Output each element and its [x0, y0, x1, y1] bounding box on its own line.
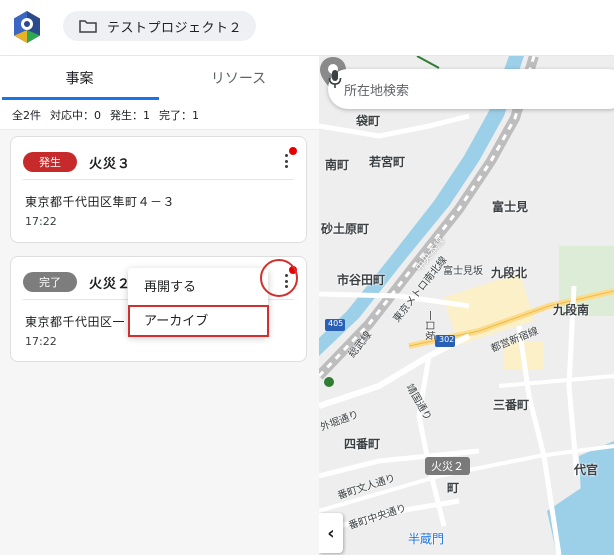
search-placeholder: 所在地検索: [344, 83, 410, 99]
incident-title: 火災３: [89, 156, 132, 172]
map-label-kudanminami: 九段南: [553, 303, 590, 317]
unread-indicator: [289, 147, 297, 155]
incident-address: 東京都千代田区隼町４－３: [25, 195, 176, 209]
incident-pin-label: 火災２: [425, 457, 470, 475]
summary-occurred: 発生：1: [110, 108, 150, 122]
more-options-icon[interactable]: [282, 151, 290, 171]
app-logo-icon[interactable]: [12, 10, 42, 44]
route-number-405: 405: [328, 319, 344, 328]
card-divider: [23, 179, 294, 180]
collapse-panel-button[interactable]: ‹: [319, 513, 343, 553]
panel-tabs: 事案 リソース: [0, 56, 319, 100]
status-badge: 完了: [23, 272, 77, 292]
active-tab-indicator: [2, 97, 159, 100]
map-label-minamimachi: 南町: [325, 158, 350, 172]
map-label-sunadohara: 砂土原町: [321, 222, 370, 236]
summary-total: 全2件: [12, 108, 41, 122]
microphone-icon[interactable]: [328, 69, 342, 89]
incident-time: 17:22: [25, 215, 57, 228]
card-header: 発生 火災３: [23, 149, 294, 175]
kebab-highlight-circle: [260, 259, 298, 297]
incident-time: 17:22: [25, 335, 57, 348]
location-search-input[interactable]: 所在地検索: [328, 69, 614, 109]
tab-incidents[interactable]: 事案: [0, 56, 159, 100]
project-selector[interactable]: テストプロジェクト２: [63, 11, 257, 41]
map-label-fujimizaka: 富士見坂: [443, 266, 483, 277]
map-label-ichigayatamachi: 市谷田町: [337, 273, 386, 287]
map-view[interactable]: 405 302 所在地検索 袋町 南町 若宮町 富士見 砂土原町 市谷田町 富士…: [319, 56, 614, 555]
summary-completed: 完了：1: [159, 108, 199, 122]
app-header: テストプロジェクト２: [0, 0, 614, 56]
incident-title: 火災２: [89, 276, 132, 292]
archive-highlight-box: [128, 305, 269, 337]
map-label-fujimi: 富士見: [492, 200, 529, 214]
map-label-ichi: 町: [447, 481, 460, 495]
route-number-302: 302: [439, 335, 455, 344]
menu-item-reopen[interactable]: 再開する: [128, 268, 268, 302]
map-label-fukuromachi: 袋町: [356, 114, 381, 128]
map-label-wakamiyacho: 若宮町: [369, 155, 406, 169]
incident-address: 東京都千代田区一: [25, 315, 126, 329]
incident-summary: 全2件 対応中：0 発生：1 完了：1: [0, 100, 319, 130]
incident-card[interactable]: 発生 火災３ 東京都千代田区隼町４－３ 17:22: [10, 136, 307, 243]
status-badge: 発生: [23, 152, 77, 172]
folder-icon: [79, 20, 97, 33]
map-label-sanbancho: 三番町: [493, 398, 530, 412]
project-name: テストプロジェクト２: [107, 20, 243, 36]
map-label-yonbancho: 四番町: [344, 437, 381, 451]
map-label-daikan: 代官: [574, 463, 599, 477]
summary-in-progress: 対応中：0: [50, 108, 101, 122]
map-label-hanzomon: 半蔵門: [408, 532, 445, 546]
map-label-kudankita: 九段北: [491, 266, 528, 280]
tab-resources[interactable]: リソース: [159, 56, 318, 100]
map-label-ichigo: 一口坂: [423, 310, 435, 341]
